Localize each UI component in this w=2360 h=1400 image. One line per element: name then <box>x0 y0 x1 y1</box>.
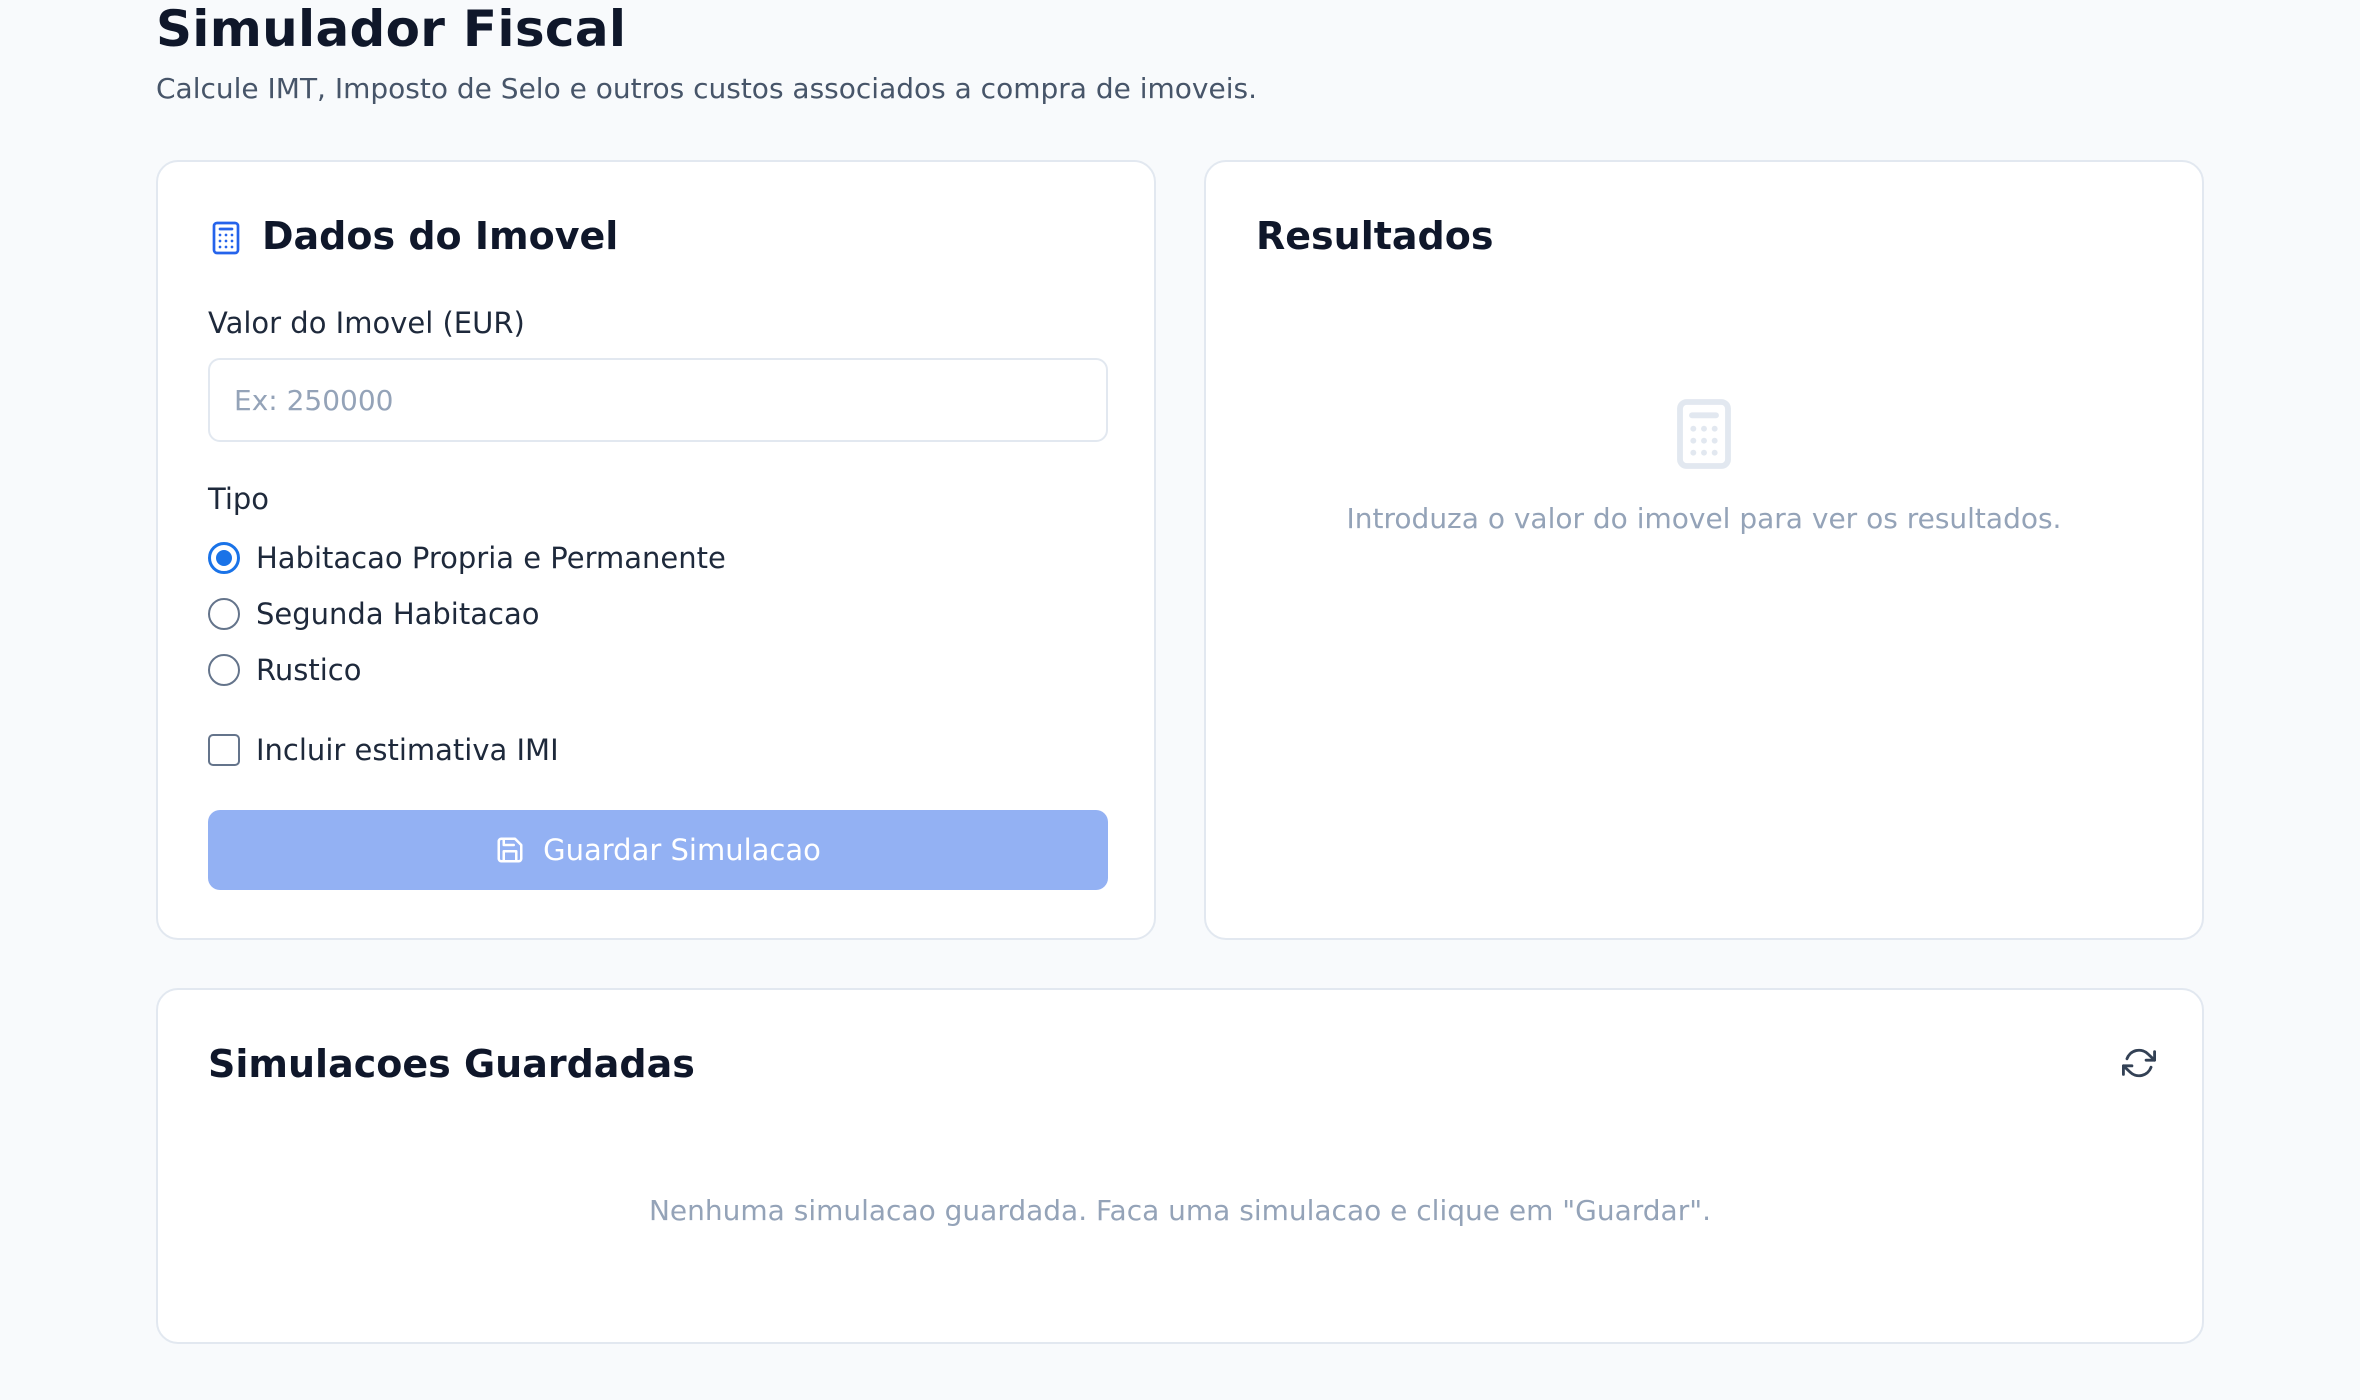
save-simulation-button[interactable]: Guardar Simulacao <box>208 810 1108 890</box>
page-subtitle: Calcule IMT, Imposto de Selo e outros cu… <box>156 72 1257 105</box>
results-card: Resultados Introduza o valor do imovel p… <box>1204 160 2204 940</box>
calculator-icon <box>1677 399 1731 469</box>
calculator-icon <box>212 221 240 255</box>
saved-simulations-heading: Simulacoes Guardadas <box>208 1042 695 1086</box>
type-option-label: Rustico <box>256 653 362 687</box>
imi-estimate-label: Incluir estimativa IMI <box>256 733 559 767</box>
save-button-label: Guardar Simulacao <box>543 833 821 867</box>
property-data-card: Dados do Imovel Valor do Imovel (EUR) Ti… <box>156 160 1156 940</box>
type-option-label: Segunda Habitacao <box>256 597 540 631</box>
property-value-input[interactable] <box>208 358 1108 442</box>
simulator-page: Simulador Fiscal Calcule IMT, Imposto de… <box>0 0 2360 1400</box>
refresh-icon[interactable] <box>2122 1046 2156 1080</box>
imi-estimate-checkbox[interactable] <box>208 734 240 766</box>
type-option-label: Habitacao Propria e Permanente <box>256 541 726 575</box>
type-option-rustico[interactable]: Rustico <box>208 650 361 690</box>
imi-estimate-option[interactable]: Incluir estimativa IMI <box>208 730 559 770</box>
type-option-habitacao-propria[interactable]: Habitacao Propria e Permanente <box>208 538 726 578</box>
type-option-segunda-habitacao[interactable]: Segunda Habitacao <box>208 594 539 634</box>
page-title: Simulador Fiscal <box>156 0 627 58</box>
radio-button[interactable] <box>208 654 240 686</box>
property-data-heading: Dados do Imovel <box>262 214 619 258</box>
results-empty-message: Introduza o valor do imovel para ver os … <box>1346 502 2062 535</box>
radio-button-selected[interactable] <box>208 542 240 574</box>
type-label: Tipo <box>208 482 270 516</box>
save-icon <box>497 837 523 863</box>
results-heading: Resultados <box>1256 214 1494 258</box>
property-value-label: Valor do Imovel (EUR) <box>208 306 525 340</box>
radio-button[interactable] <box>208 598 240 630</box>
saved-simulations-card: Simulacoes Guardadas Nenhuma simulacao g… <box>156 988 2204 1344</box>
saved-simulations-empty-message: Nenhuma simulacao guardada. Faca uma sim… <box>648 1194 1711 1227</box>
